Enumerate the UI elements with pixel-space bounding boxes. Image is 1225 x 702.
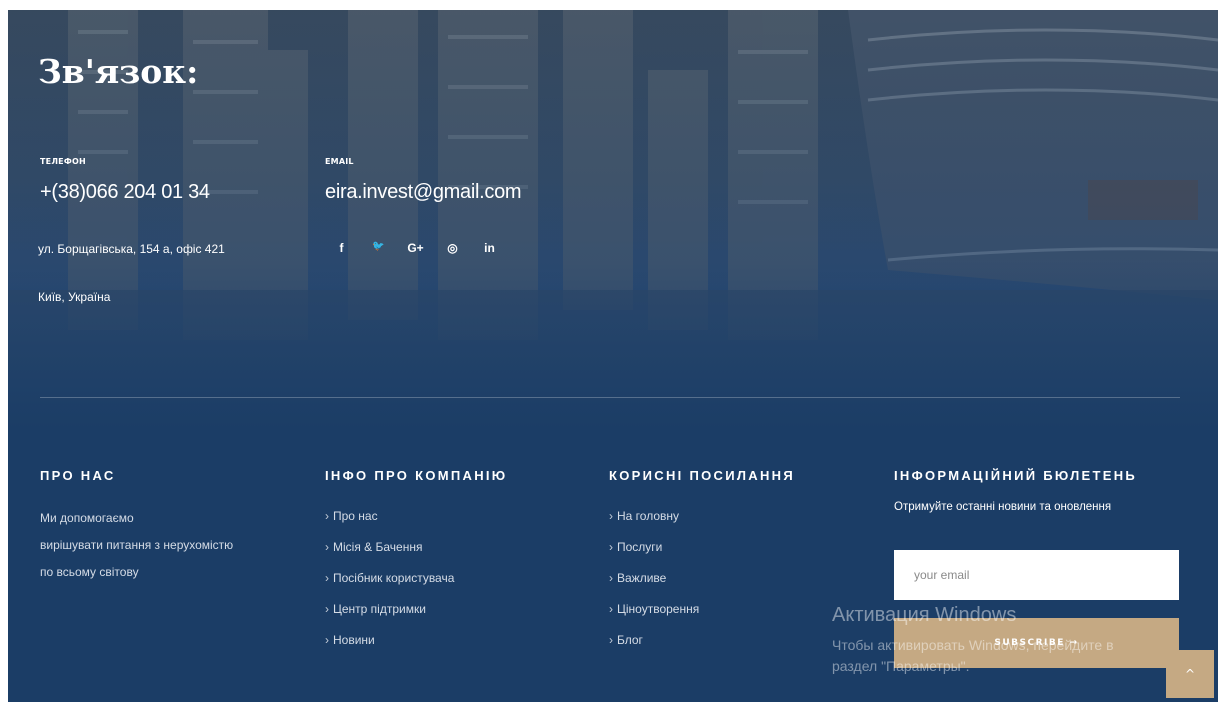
footer-link-pricing[interactable]: › Ціноутворення <box>609 602 699 633</box>
chevron-right-icon: › <box>325 571 329 585</box>
chevron-up-icon: ^ <box>1184 667 1196 681</box>
phone-number[interactable]: +(38)066 204 01 34 <box>40 181 210 204</box>
scroll-to-top-button[interactable]: ^ <box>1166 650 1214 698</box>
windows-activation-line: Чтобы активировать Windows, перейдите в <box>832 637 1114 653</box>
phone-label: ТЕЛЕФОН <box>40 157 86 166</box>
facebook-icon[interactable]: f <box>328 241 355 255</box>
address-city: Київ, Україна <box>38 290 111 304</box>
instagram-icon[interactable]: ◎ <box>439 241 466 255</box>
footer-link-mission[interactable]: › Місія & Бачення <box>325 540 454 571</box>
footer-link-important[interactable]: › Важливе <box>609 571 699 602</box>
about-text-line: по всьому світову <box>40 565 139 579</box>
chevron-right-icon: › <box>609 633 613 647</box>
footer-link-services[interactable]: › Послуги <box>609 540 699 571</box>
twitter-icon[interactable]: 🐦 <box>365 241 392 255</box>
chevron-right-icon: › <box>325 509 329 523</box>
company-links: › Про нас › Місія & Бачення › Посібник кори… <box>325 509 454 664</box>
link-label: Центр підтримки <box>333 602 426 616</box>
footer-link-home[interactable]: › На головну <box>609 509 699 540</box>
about-text-line: вирішувати питання з нерухомістю <box>40 538 234 552</box>
link-label: Посібник користувача <box>333 571 455 585</box>
windows-activation-title: Активация Windows <box>832 604 1017 626</box>
footer-link-support[interactable]: › Центр підтримки <box>325 602 454 633</box>
newsletter-email-input[interactable] <box>894 550 1179 600</box>
chevron-right-icon: › <box>325 602 329 616</box>
email-address[interactable]: eira.invest@gmail.com <box>325 181 522 204</box>
google-plus-icon[interactable]: G+ <box>402 241 429 255</box>
link-label: Важливе <box>617 571 667 585</box>
footer-link-user-guide[interactable]: › Посібник користувача <box>325 571 454 602</box>
footer-link-blog[interactable]: › Блог <box>609 633 699 664</box>
link-label: Ціноутворення <box>617 602 700 616</box>
chevron-right-icon: › <box>609 540 613 554</box>
newsletter-heading: ІНФОРМАЦІЙНИЙ БЮЛЕТЕНЬ <box>894 468 1138 483</box>
chevron-right-icon: › <box>325 540 329 554</box>
chevron-right-icon: › <box>325 633 329 647</box>
contact-hero: Зв'язок: ТЕЛЕФОН +(38)066 204 01 34 EMAI… <box>8 10 1218 430</box>
about-heading: ПРО НАС <box>40 468 116 483</box>
useful-links: › На головну › Послуги › Важливе › Ціноутвор… <box>609 509 699 664</box>
link-label: Місія & Бачення <box>333 540 423 554</box>
linkedin-icon[interactable]: in <box>476 241 503 255</box>
link-label: Новини <box>333 633 375 647</box>
company-info-heading: ІНФО ПРО КОМПАНІЮ <box>325 468 508 483</box>
link-label: Про нас <box>333 509 378 523</box>
chevron-right-icon: › <box>609 571 613 585</box>
link-label: Послуги <box>617 540 663 554</box>
page-frame: Зв'язок: ТЕЛЕФОН +(38)066 204 01 34 EMAI… <box>8 10 1218 702</box>
windows-activation-line: раздел "Параметры". <box>832 658 970 674</box>
footer-link-news[interactable]: › Новини <box>325 633 454 664</box>
address-street: ул. Борщагівська, 154 а, офіс 421 <box>38 242 225 256</box>
section-divider <box>40 397 1180 398</box>
useful-links-heading: КОРИСНІ ПОСИЛАННЯ <box>609 468 795 483</box>
contact-title: Зв'язок: <box>38 52 199 91</box>
newsletter-subtitle: Отримуйте останні новини та оновлення <box>894 501 1112 513</box>
chevron-right-icon: › <box>609 602 613 616</box>
link-label: Блог <box>617 633 643 647</box>
about-text-line: Ми допомогаємо <box>40 511 134 525</box>
social-links: f 🐦 G+ ◎ in <box>328 241 513 255</box>
chevron-right-icon: › <box>609 509 613 523</box>
link-label: На головну <box>617 509 680 523</box>
footer-link-about[interactable]: › Про нас <box>325 509 454 540</box>
email-label: EMAIL <box>325 157 354 166</box>
